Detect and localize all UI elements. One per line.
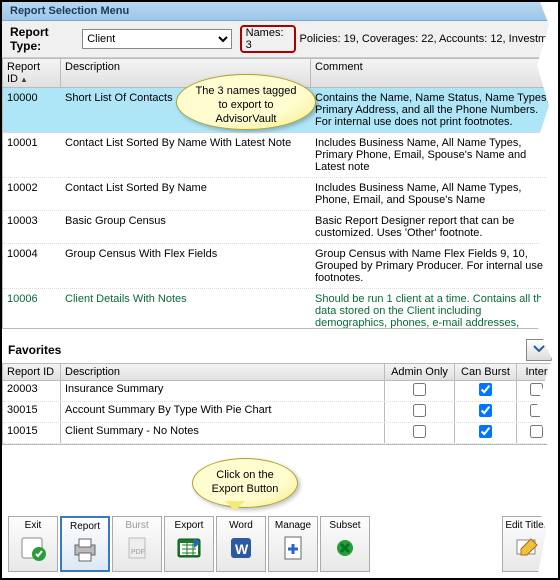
- cell-description: Group Census With Flex Fields: [61, 244, 311, 288]
- admin-only-checkbox[interactable]: [413, 383, 426, 396]
- report-type-label: Report Type:: [10, 25, 78, 53]
- word-icon: W: [226, 533, 256, 563]
- cell-report-id: 10002: [3, 178, 61, 210]
- bottom-toolbar: Exit Report Burst PDF Export Word W Mana…: [8, 516, 370, 572]
- cell-comment: Includes Business Name, All Name Types, …: [311, 178, 557, 210]
- report-type-bar: Report Type: Client Names: 3 Policies: 1…: [2, 21, 558, 58]
- cell-report-id: 10004: [3, 244, 61, 288]
- fav-cell-id: 20003: [3, 381, 61, 401]
- table-row[interactable]: 10003Basic Group CensusBasic Report Desi…: [3, 211, 557, 244]
- cell-comment: Includes Business Name, All Name Types, …: [311, 133, 557, 177]
- fav-cell-desc: Client Summary - No Notes: [61, 423, 385, 443]
- callout-names-tag: The 3 names tagged to export to AdvisorV…: [176, 74, 316, 130]
- cell-comment: Basic Report Designer report that can be…: [311, 211, 557, 243]
- pdf-icon: PDF: [122, 533, 152, 563]
- fav-col-admin[interactable]: Admin Only: [385, 364, 455, 380]
- header-stats: Policies: 19, Coverages: 22, Accounts: 1…: [300, 33, 550, 45]
- fav-col-desc[interactable]: Description: [61, 364, 385, 380]
- chevron-down-icon: [532, 344, 546, 357]
- cell-comment: Group Census with Name Flex Fields 9, 10…: [311, 244, 557, 288]
- admin-only-checkbox[interactable]: [413, 425, 426, 438]
- can-burst-checkbox[interactable]: [479, 383, 492, 396]
- table-row[interactable]: 10006Client Details With NotesShould be …: [3, 289, 557, 328]
- cell-report-id: 10000: [3, 88, 61, 132]
- cell-description: Contact List Sorted By Name: [61, 178, 311, 210]
- export-button[interactable]: Export: [164, 516, 214, 572]
- favorite-row[interactable]: 30015Account Summary By Type With Pie Ch…: [3, 402, 557, 423]
- report-type-select[interactable]: Client: [82, 29, 231, 49]
- fav-cell-desc: Insurance Summary: [61, 381, 385, 401]
- svg-text:W: W: [235, 541, 249, 557]
- report-button[interactable]: Report: [60, 516, 110, 572]
- export-icon: [174, 533, 204, 563]
- favorite-row[interactable]: 20003Insurance Summary: [3, 381, 557, 402]
- cell-comment: Contains the Name, Name Status, Name Typ…: [311, 88, 557, 132]
- exit-button[interactable]: Exit: [8, 516, 58, 572]
- table-row[interactable]: 10002Contact List Sorted By NameIncludes…: [3, 178, 557, 211]
- favorites-title: Favorites: [8, 343, 61, 357]
- inter-checkbox[interactable]: [530, 425, 543, 438]
- subset-icon: [330, 533, 360, 563]
- can-burst-checkbox[interactable]: [479, 404, 492, 417]
- can-burst-checkbox[interactable]: [479, 425, 492, 438]
- cell-description: Basic Group Census: [61, 211, 311, 243]
- favorite-row[interactable]: 10015Client Summary - No Notes: [3, 423, 557, 444]
- col-header-report-id[interactable]: Report ID▲: [3, 59, 61, 87]
- fav-cell-desc: Account Summary By Type With Pie Chart: [61, 402, 385, 422]
- exit-icon: [18, 533, 48, 563]
- callout-export: Click on the Export Button: [192, 458, 298, 508]
- svg-text:PDF: PDF: [131, 549, 145, 556]
- table-row[interactable]: 10004Group Census With Flex FieldsGroup …: [3, 244, 557, 289]
- fav-col-id[interactable]: Report ID: [3, 364, 61, 380]
- window-title: Report Selection Menu: [2, 2, 558, 21]
- cell-comment: Should be run 1 client at a time. Contai…: [311, 289, 557, 328]
- manage-icon: [278, 533, 308, 563]
- manage-button[interactable]: Manage: [268, 516, 318, 572]
- printer-icon: [70, 534, 100, 564]
- fav-col-burst[interactable]: Can Burst: [455, 364, 517, 380]
- favorites-grid: Report ID Description Admin Only Can Bur…: [2, 363, 558, 445]
- cell-report-id: 10001: [3, 133, 61, 177]
- cell-report-id: 10003: [3, 211, 61, 243]
- subset-button[interactable]: Subset: [320, 516, 370, 572]
- word-button[interactable]: Word W: [216, 516, 266, 572]
- cell-description: Contact List Sorted By Name With Latest …: [61, 133, 311, 177]
- fav-cell-id: 10015: [3, 423, 61, 443]
- fav-cell-id: 30015: [3, 402, 61, 422]
- admin-only-checkbox[interactable]: [413, 404, 426, 417]
- cell-report-id: 10006: [3, 289, 61, 328]
- table-row[interactable]: 10001Contact List Sorted By Name With La…: [3, 133, 557, 178]
- favorites-section: Favorites Report ID Description Admin On…: [2, 337, 558, 445]
- burst-button[interactable]: Burst PDF: [112, 516, 162, 572]
- edit-icon: [512, 533, 542, 563]
- names-count-badge: Names: 3: [240, 25, 296, 53]
- cell-description: Client Details With Notes: [61, 289, 311, 328]
- col-header-comment[interactable]: Comment: [311, 59, 557, 87]
